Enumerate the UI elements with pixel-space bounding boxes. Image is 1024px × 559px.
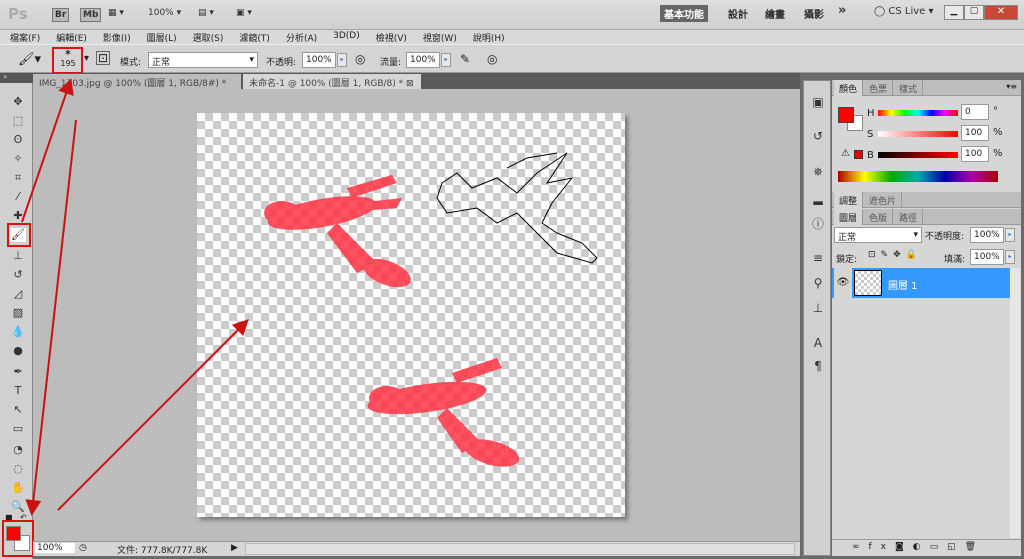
fill-input[interactable]: 100% [970, 249, 1004, 265]
brightness-input[interactable]: 100 [961, 146, 989, 162]
histogram-icon[interactable]: ▂ [808, 191, 828, 209]
tab-swatches[interactable]: 色票 [864, 80, 894, 96]
hue-slider[interactable] [878, 110, 958, 116]
layers-panel-tabs: 圖層 色版 路徑 [832, 209, 1021, 225]
new-layer-icon[interactable]: ◱ [947, 542, 965, 552]
add-mask-icon[interactable]: ◙ [895, 542, 913, 552]
fill-button[interactable]: ▸ [1005, 250, 1015, 264]
color-panel-tabs: 顏色 色票 樣式 ▾≡ [832, 80, 1021, 96]
new-group-icon[interactable]: ▭ [930, 542, 948, 552]
saturation-input[interactable]: 100 [961, 125, 989, 141]
panels-column: 顏色 色票 樣式 ▾≡ H 0 ° S 100 % ⚠ B 100 % 調整 遮… [832, 80, 1021, 556]
lock-label: 鎖定: [836, 255, 858, 265]
brightness-label: B [867, 150, 874, 161]
panel-dock: ▣ ↺ ✵ ▂ ⓘ ≡ ⚲ ⊥ A ¶ [803, 80, 831, 556]
layer-opacity-button[interactable]: ▸ [1005, 228, 1015, 242]
navigator-icon[interactable]: ✵ [808, 165, 828, 183]
visibility-eye-icon[interactable]: 👁 [834, 268, 852, 298]
lock-icons[interactable]: ⊡✎✥🔒 [868, 250, 922, 260]
gamut-warning-icon[interactable]: ⚠ [841, 148, 850, 159]
arrow-to-canvas [57, 319, 249, 511]
saturation-unit: % [993, 127, 1003, 138]
layer-blend-mode-select[interactable]: 正常 ▾ [834, 227, 922, 243]
color-fg-swatch[interactable] [838, 107, 854, 123]
tab-adjustments[interactable]: 調整 [834, 192, 864, 208]
hue-unit: ° [993, 106, 998, 117]
brush-presets-icon[interactable]: ≡ [808, 251, 828, 269]
layer-name[interactable]: 圖層 1 [888, 277, 918, 292]
saturation-slider[interactable] [878, 131, 958, 137]
blend-value: 正常 [838, 233, 857, 243]
tool-presets-icon[interactable]: ⊥ [808, 301, 828, 319]
fx-icon[interactable]: fx [869, 542, 896, 552]
gamut-color-swatch[interactable] [854, 150, 863, 159]
tab-color[interactable]: 顏色 [834, 80, 864, 96]
tab-styles[interactable]: 樣式 [894, 80, 924, 96]
fill-label: 填滿: [944, 255, 966, 265]
layer-opacity-label: 不透明度: [925, 232, 965, 242]
info-icon[interactable]: ⓘ [808, 215, 828, 233]
link-layers-icon[interactable]: ∞ [852, 542, 869, 552]
adjustments-panel-tabs: 調整 遮色片 [832, 192, 1021, 208]
mini-bridge-icon[interactable]: ▣ [808, 95, 828, 113]
adjustment-layer-icon[interactable]: ◐ [913, 542, 930, 552]
tab-paths[interactable]: 路徑 [894, 209, 924, 225]
panel-menu-icon[interactable]: ▾≡ [1006, 82, 1017, 91]
layers-scrollbar[interactable] [1010, 268, 1020, 538]
hue-label: H [867, 108, 875, 119]
layer-opacity-input[interactable]: 100% [970, 227, 1004, 243]
layer-row[interactable]: 👁 圖層 1 [832, 268, 1010, 298]
clone-source-icon[interactable]: ⚲ [808, 276, 828, 294]
brightness-slider[interactable] [878, 152, 958, 158]
arrow-to-brush-preset [21, 78, 74, 223]
arrow-to-color-swatch [25, 119, 77, 516]
saturation-label: S [867, 129, 874, 140]
tab-channels[interactable]: 色版 [864, 209, 894, 225]
paragraph-icon[interactable]: ¶ [808, 359, 828, 377]
delete-layer-icon[interactable]: 🗑 [965, 542, 985, 552]
hue-input[interactable]: 0 [961, 104, 989, 120]
brightness-unit: % [993, 148, 1003, 159]
character-icon[interactable]: A [808, 336, 828, 354]
history-icon[interactable]: ↺ [808, 129, 828, 147]
layers-footer: ∞fx◙◐▭◱🗑 [832, 539, 1021, 556]
layer-thumbnail [854, 270, 882, 296]
tab-layers[interactable]: 圖層 [834, 209, 864, 225]
tab-masks[interactable]: 遮色片 [864, 192, 903, 208]
color-ramp[interactable] [838, 171, 998, 182]
